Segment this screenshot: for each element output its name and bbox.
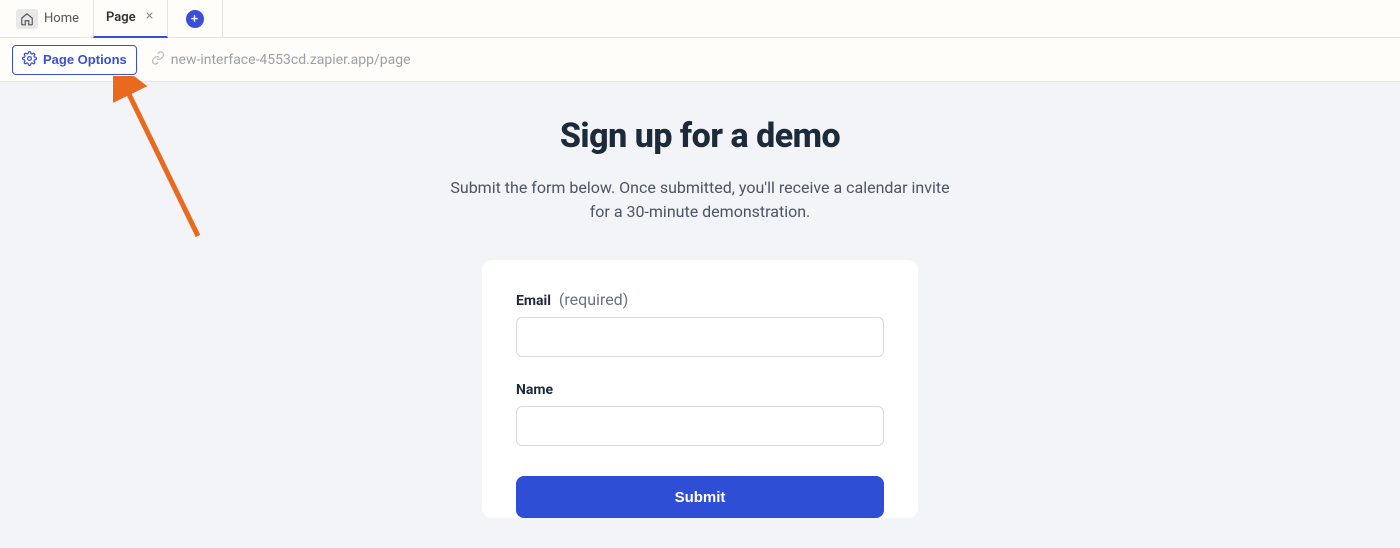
- page-url[interactable]: new-interface-4553cd.zapier.app/page: [151, 51, 411, 69]
- email-field[interactable]: [516, 317, 884, 357]
- tab-page-label: Page: [106, 10, 136, 25]
- page-url-text: new-interface-4553cd.zapier.app/page: [171, 52, 411, 68]
- tab-bar: Home Page: [0, 0, 1400, 38]
- close-icon[interactable]: [144, 10, 155, 25]
- page-subtitle: Submit the form below. Once submitted, y…: [440, 176, 960, 224]
- page-title: Sign up for a demo: [560, 116, 840, 156]
- canvas-area: Sign up for a demo Submit the form below…: [0, 82, 1400, 548]
- email-field-block: Email (required): [516, 290, 884, 357]
- sub-toolbar: Page Options new-interface-4553cd.zapier…: [0, 38, 1400, 82]
- add-tab-button[interactable]: [186, 10, 204, 28]
- name-field-block: Name: [516, 379, 884, 446]
- link-icon: [151, 51, 165, 69]
- home-icon: [16, 9, 38, 29]
- name-field[interactable]: [516, 406, 884, 446]
- submit-button[interactable]: Submit: [516, 476, 884, 518]
- gear-icon: [22, 51, 37, 69]
- divider: [222, 0, 223, 38]
- tab-page[interactable]: Page: [93, 0, 168, 38]
- email-required-hint: (required): [559, 290, 628, 309]
- tab-home-label: Home: [44, 11, 79, 26]
- page-options-label: Page Options: [43, 52, 127, 67]
- email-label: Email: [516, 293, 551, 309]
- form-card: Email (required) Name Submit: [482, 260, 918, 518]
- tab-home[interactable]: Home: [6, 5, 89, 33]
- name-label: Name: [516, 382, 553, 398]
- page-options-button[interactable]: Page Options: [12, 45, 137, 75]
